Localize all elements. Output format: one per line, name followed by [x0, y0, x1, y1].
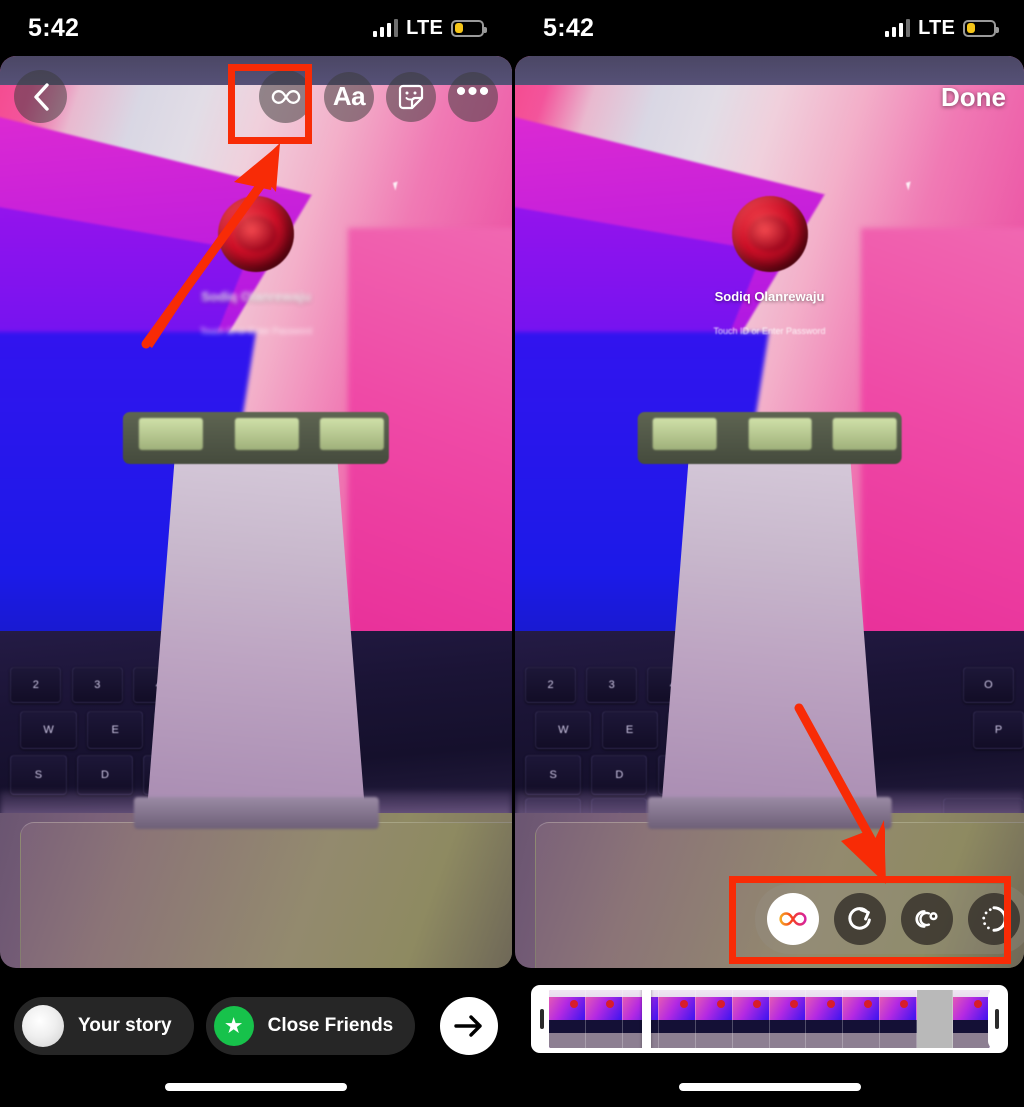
- left-phone-screen: 5:42 LTE Sodiq Olanrewaju Touch ID or En…: [0, 0, 512, 1107]
- timeline-frame: [659, 990, 696, 1048]
- phone-stand-object: [637, 411, 902, 829]
- send-button[interactable]: [440, 997, 498, 1055]
- timeline-frame: [585, 990, 623, 1048]
- close-friends-button[interactable]: ★ Close Friends: [205, 997, 416, 1055]
- ellipsis-icon: •••: [455, 74, 491, 108]
- status-indicators: LTE: [884, 16, 999, 40]
- done-button[interactable]: Done: [941, 82, 1006, 113]
- screenshot-pair: 5:42 LTE Sodiq Olanrewaju Touch ID or En…: [0, 0, 1024, 1107]
- signal-bars-icon: [372, 19, 399, 37]
- avatar: [22, 1005, 64, 1047]
- stand-base: [647, 796, 892, 829]
- rose-avatar-icon: [218, 196, 294, 273]
- phone-stand-object: [122, 411, 390, 829]
- video-trim-timeline[interactable]: [531, 985, 1008, 1053]
- status-indicators: LTE: [372, 16, 487, 40]
- stand-hinge: [122, 411, 390, 464]
- battery-low-icon: [451, 19, 487, 37]
- status-bar: 5:42 LTE: [515, 0, 1024, 56]
- your-story-label: Your story: [78, 1015, 172, 1036]
- text-tool-label: Aa: [332, 81, 366, 111]
- infinity-icon: [779, 912, 807, 926]
- login-hint-text: Touch ID or Enter Password: [199, 326, 313, 337]
- screen-bezel: [515, 56, 1024, 85]
- loop-echo[interactable]: [901, 893, 953, 945]
- timeline-frame: [769, 990, 807, 1048]
- arrow-right-icon: [454, 1015, 482, 1037]
- login-hint-text: Touch ID or Enter Password: [713, 326, 826, 337]
- boomerang-arrow-icon: [848, 907, 871, 930]
- network-label: LTE: [918, 16, 955, 39]
- timeline-frame: [622, 990, 660, 1048]
- right-phone-screen: 5:42 LTE Sodiq Olanrewaju Touch ID or En…: [512, 0, 1024, 1107]
- stand-plate: [660, 451, 878, 813]
- back-button[interactable]: [14, 70, 67, 123]
- share-action-bar: Your story ★ Close Friends: [0, 997, 512, 1055]
- text-tool[interactable]: Aa: [324, 71, 374, 122]
- home-indicator: [678, 1083, 861, 1091]
- loop-boomerang-tool[interactable]: [259, 70, 312, 123]
- timeline-frame: [843, 990, 880, 1048]
- editor-tools-group: Aa •••: [259, 70, 498, 123]
- mouse-cursor-icon: [905, 181, 914, 191]
- laptop-palmrest: [0, 812, 512, 968]
- chevron-left-icon: [33, 82, 49, 111]
- stand-hinge: [637, 411, 902, 464]
- star-icon: ★: [213, 1006, 254, 1046]
- loop-duration[interactable]: [968, 893, 1020, 945]
- home-indicator: [165, 1083, 347, 1091]
- timeline-frame: [696, 990, 733, 1048]
- timeline-frame: [879, 990, 917, 1048]
- timeline-frame: [549, 990, 586, 1048]
- more-options[interactable]: •••: [448, 71, 498, 122]
- timeline-frame-gap: [916, 990, 954, 1048]
- stand-base: [133, 796, 379, 829]
- close-friends-label: Close Friends: [267, 1015, 394, 1036]
- timeline-playhead[interactable]: [641, 990, 651, 1048]
- signal-bars-icon: [884, 19, 911, 37]
- loop-infinity[interactable]: [767, 893, 819, 945]
- story-media-canvas[interactable]: Sodiq Olanrewaju Touch ID or Enter Passw…: [0, 56, 512, 968]
- rose-avatar-icon: [731, 196, 808, 273]
- editor-toolbar: Aa •••: [0, 70, 512, 123]
- battery-low-icon: [963, 19, 999, 37]
- status-bar: 5:42 LTE: [0, 0, 512, 56]
- echo-dots-icon: [915, 910, 938, 928]
- trim-handle-right[interactable]: [988, 989, 1006, 1049]
- loop-boomerang[interactable]: [834, 893, 886, 945]
- timeline-frames[interactable]: [549, 990, 990, 1048]
- sticker-icon: [398, 84, 424, 109]
- timeline-frame: [806, 990, 843, 1048]
- duration-arc-icon: [982, 906, 1007, 932]
- timeline-frame: [732, 990, 770, 1048]
- timeline-frame: [953, 990, 990, 1048]
- loop-options-bar: [755, 884, 1024, 954]
- status-time: 5:42: [543, 13, 595, 42]
- infinity-icon: [271, 89, 300, 104]
- network-label: LTE: [406, 16, 443, 39]
- story-media-canvas[interactable]: Sodiq Olanrewaju Touch ID or Enter Passw…: [515, 56, 1024, 968]
- login-user-name: Sodiq Olanrewaju: [201, 288, 311, 304]
- stand-plate: [146, 451, 366, 813]
- login-user-name: Sodiq Olanrewaju: [714, 288, 825, 304]
- status-time: 5:42: [28, 13, 80, 42]
- mouse-cursor-icon: [393, 181, 401, 191]
- laptop-trackpad: [20, 822, 512, 968]
- sticker-tool[interactable]: [386, 71, 436, 122]
- your-story-button[interactable]: Your story: [14, 997, 194, 1055]
